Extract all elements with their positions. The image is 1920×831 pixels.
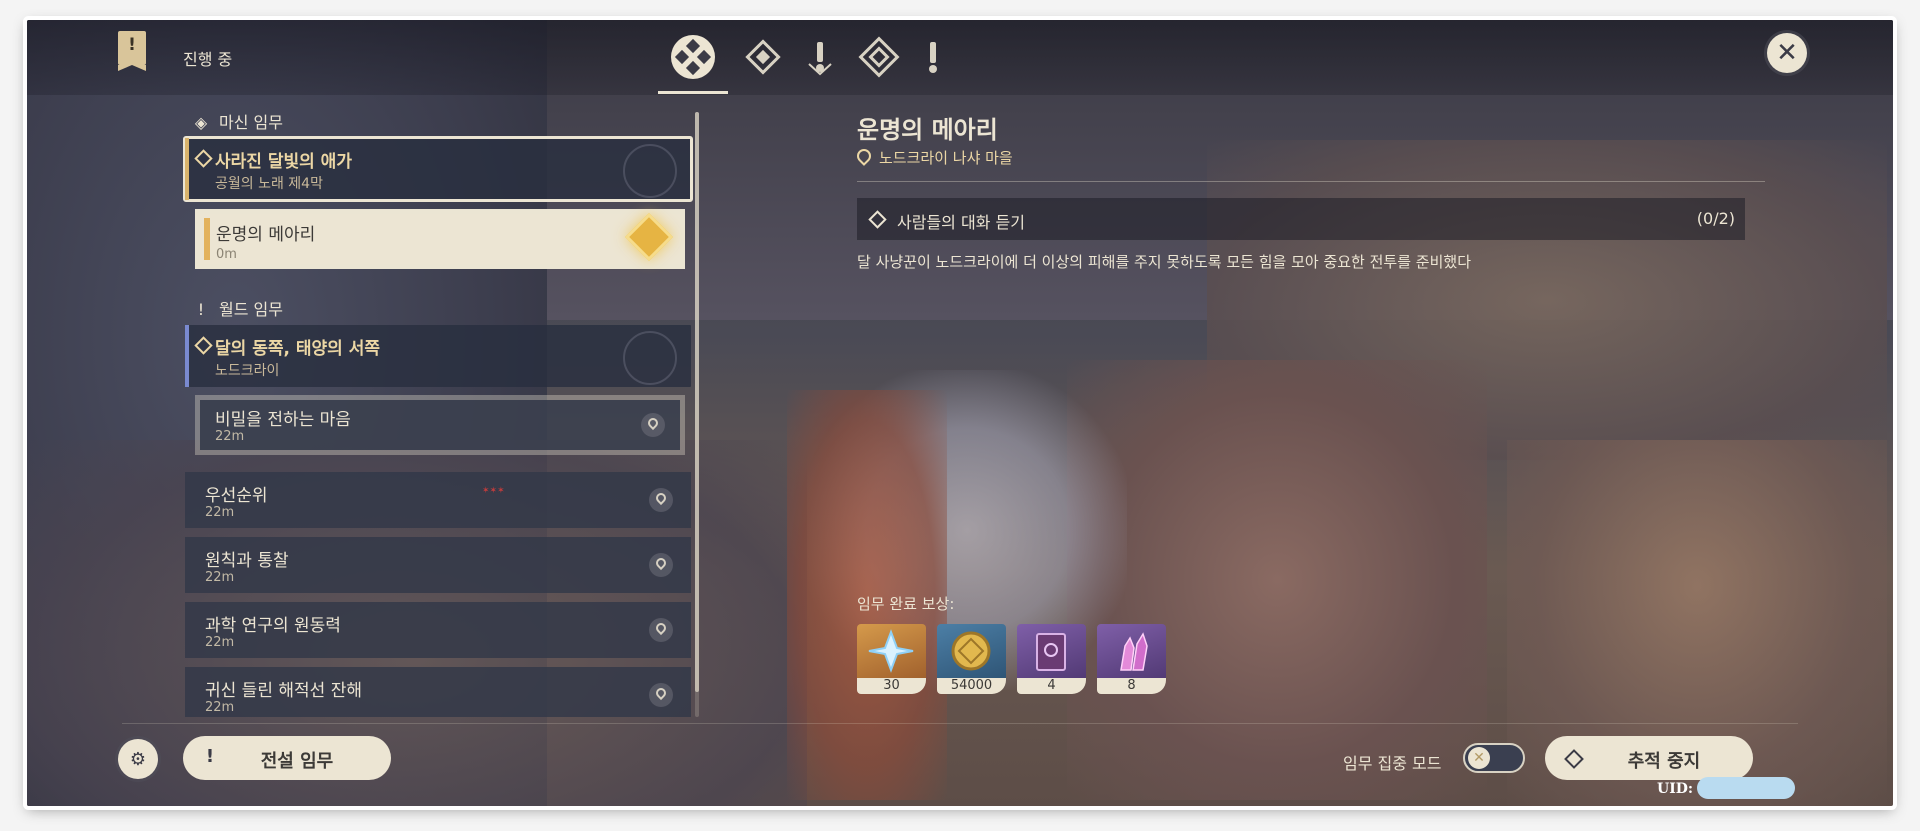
world-section-header: ! 월드 임무 [191, 296, 283, 320]
book-icon [1036, 633, 1066, 671]
crystal-icon [1120, 632, 1148, 671]
close-icon: ✕ [1776, 38, 1798, 68]
quest-type-tabs [654, 20, 954, 95]
tracking-marker-icon [624, 212, 674, 262]
divider [857, 181, 1765, 182]
divider [122, 723, 1798, 724]
archon-quest-icon [745, 39, 781, 75]
quest-tracker-settings-button[interactable]: ⚙ [118, 739, 158, 779]
list-item[interactable]: 원칙과 통찰 22m [185, 537, 691, 593]
list-item[interactable]: 과학 연구의 원동력 22m [185, 602, 691, 658]
tab-archon-quests[interactable] [738, 32, 788, 82]
commission-quest-icon [858, 36, 900, 78]
quest-emblem-icon [623, 331, 677, 385]
reward-item[interactable]: 54000 [937, 624, 1006, 694]
reward-item[interactable]: 8 [1097, 624, 1166, 694]
active-quest-item[interactable]: 운명의 메아리 0m [195, 209, 685, 269]
quest-diamond-icon [194, 149, 213, 168]
location-pin-icon [641, 413, 665, 437]
tab-commission-quests[interactable] [854, 32, 904, 82]
location-pin-icon [649, 553, 673, 577]
toggle-off-icon: ✕ [1468, 747, 1490, 769]
reward-item[interactable]: 30 [857, 624, 926, 694]
quest-objective: 사람들의 대화 듣기 (0/2) [857, 198, 1745, 240]
location-pin-icon [649, 683, 673, 707]
location-pin-icon [649, 488, 673, 512]
quest-list-scrollbar[interactable] [695, 112, 699, 717]
world-sub-quest[interactable]: 비밀을 전하는 마음 22m [195, 395, 685, 455]
all-quests-icon [671, 35, 715, 79]
quest-emblem-icon [623, 144, 677, 198]
list-item[interactable]: 귀신 들린 해적선 잔해 22m [185, 667, 691, 717]
stop-tracking-button[interactable]: 추적 중지 [1545, 736, 1753, 780]
quest-location: 노드크라이 나샤 마을 [854, 146, 1013, 168]
reward-label: 임무 완료 보상: [857, 595, 955, 613]
location-pin-icon [649, 618, 673, 642]
uid-redaction [1697, 777, 1795, 799]
world-quest-icon: ! [197, 300, 205, 319]
archon-section-header: ◈ 마신 임무 [191, 109, 283, 133]
archon-parent-quest[interactable]: 사라진 달빛의 애가 공월의 노래 제4막 [183, 136, 693, 202]
story-quest-icon [808, 42, 832, 76]
uid-label: UID: [1657, 781, 1694, 797]
legend-quest-button[interactable]: ! 전설 임무 [183, 736, 391, 780]
world-quest-icon [929, 42, 937, 73]
focus-mode-label: 임무 집중 모드 [1343, 754, 1442, 773]
quest-description: 달 사냥꾼이 노드크라이에 더 이상의 피해를 주지 못하도록 모든 힘을 모아… [857, 253, 1471, 271]
tab-world-quests[interactable] [908, 32, 958, 82]
close-button[interactable]: ✕ [1767, 33, 1807, 73]
reward-item[interactable]: 4 [1017, 624, 1086, 694]
settings-icon: ⚙ [129, 748, 147, 770]
primogem-icon [868, 629, 914, 673]
location-pin-icon [854, 146, 874, 166]
active-tab-indicator [658, 91, 728, 94]
mora-icon [951, 631, 991, 671]
objective-diamond-icon [868, 210, 887, 229]
tab-story-quests[interactable] [795, 32, 845, 82]
focus-mode-toggle[interactable]: ✕ [1463, 743, 1525, 773]
quest-detail-title: 운명의 메아리 [857, 116, 998, 144]
archon-quest-icon: ◈ [194, 113, 208, 132]
quest-book-icon [118, 31, 146, 71]
page-title: 진행 중 [183, 50, 233, 69]
top-bar [27, 20, 1893, 95]
quest-menu-window: 진행 중 [27, 20, 1893, 806]
watermark-stamp: ✶✶✶ [482, 486, 505, 496]
quest-diamond-icon [194, 336, 213, 355]
list-item[interactable]: 우선순위 22m [185, 472, 691, 528]
world-parent-quest[interactable]: 달의 동쪽, 태양의 서쪽 노드크라이 [185, 325, 691, 387]
tab-all-quests[interactable] [668, 32, 718, 82]
